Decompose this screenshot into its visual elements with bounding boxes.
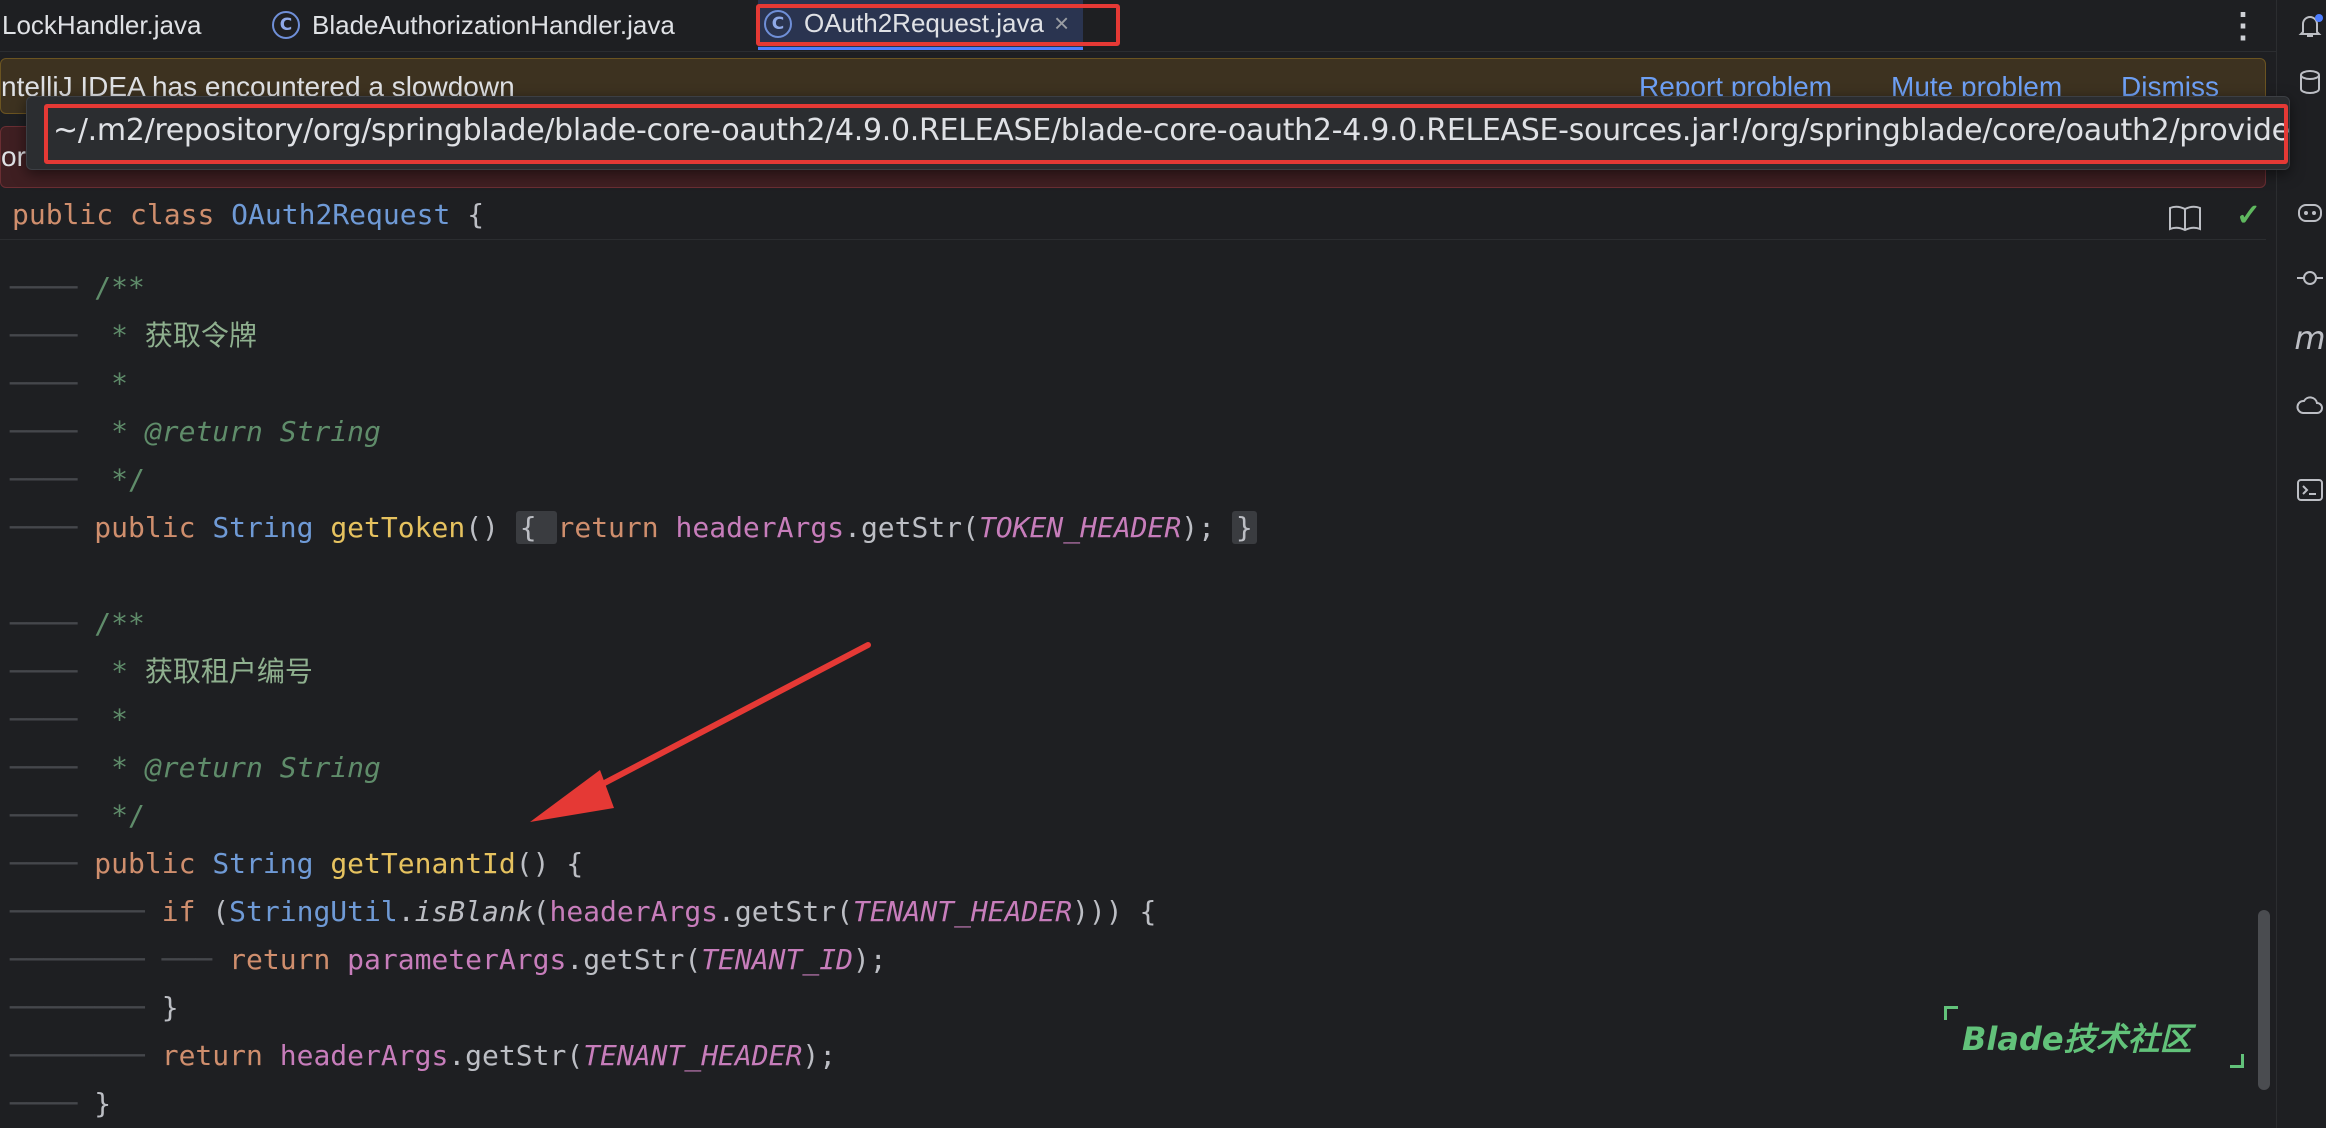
code-line: ──── * <box>10 703 129 736</box>
database-icon[interactable] <box>2294 66 2326 98</box>
copilot-icon[interactable] <box>2294 196 2326 228</box>
code-line: ──────── if (StringUtil.isBlank(headerAr… <box>10 895 1157 928</box>
close-icon[interactable]: × <box>1054 8 1069 39</box>
code-line: ──────── ─── return parameterArgs.getStr… <box>10 943 887 976</box>
vertical-scrollbar[interactable] <box>2258 910 2270 1090</box>
sticky-class-header: public class OAuth2Request { <box>0 190 2266 240</box>
watermark-logo: Blade技术社区 <box>1944 1006 2244 1068</box>
tab-label: OAuth2Request.java <box>804 8 1044 38</box>
tab-lockhandler[interactable]: LockHandler.java <box>2 0 201 50</box>
maven-icon[interactable]: m <box>2294 319 2326 357</box>
code-line: ──── /** <box>10 607 145 640</box>
tab-oauth2request[interactable]: C OAuth2Request.java × <box>758 0 1084 50</box>
terminal-icon[interactable] <box>2294 474 2326 506</box>
commit-icon[interactable] <box>2294 262 2326 294</box>
code-line: ──── */ <box>10 799 145 832</box>
code-line: ──── } <box>10 1087 112 1120</box>
cloud-icon[interactable] <box>2294 390 2326 422</box>
tab-label: BladeAuthorizationHandler.java <box>312 9 675 40</box>
tab-bladeauthorizationhandler[interactable]: C BladeAuthorizationHandler.java <box>272 0 675 50</box>
reader-mode-icon[interactable] <box>2168 204 2202 232</box>
more-tabs-icon[interactable]: ⋮ <box>2226 6 2260 46</box>
code-line: ──────── return headerArgs.getStr(TENANT… <box>10 1039 837 1072</box>
class-icon: C <box>272 11 300 39</box>
error-banner-text: or <box>1 141 26 172</box>
code-line: ──── */ <box>10 463 145 496</box>
code-line: ──── * @return String <box>10 751 381 784</box>
file-path-text: ~/.m2/repository/org/springblade/blade-c… <box>53 113 2290 148</box>
code-line: ──── * <box>10 367 129 400</box>
code-line: ──── /** <box>10 271 145 304</box>
tab-label: LockHandler.java <box>2 9 202 40</box>
code-line: ──── * 获取租户编号 <box>10 655 313 688</box>
code-line-gettenantid: ──── public String getTenantId() { <box>10 847 584 880</box>
code-line-gettoken: ──── public String getToken() { return h… <box>10 506 1257 550</box>
inspection-ok-icon: ✓ <box>2236 199 2262 232</box>
editor-tab-bar: LockHandler.java C BladeAuthorizationHan… <box>0 0 2276 52</box>
code-line: ──── * @return String <box>10 415 381 448</box>
notifications-icon[interactable] <box>2294 10 2326 42</box>
code-line: ──────── } <box>10 991 179 1024</box>
code-line: ──── * 获取令牌 <box>10 319 257 352</box>
class-icon: C <box>764 9 792 38</box>
class-declaration: public class OAuth2Request { <box>12 198 485 231</box>
file-path-tooltip: ~/.m2/repository/org/springblade/blade-c… <box>26 96 2290 170</box>
